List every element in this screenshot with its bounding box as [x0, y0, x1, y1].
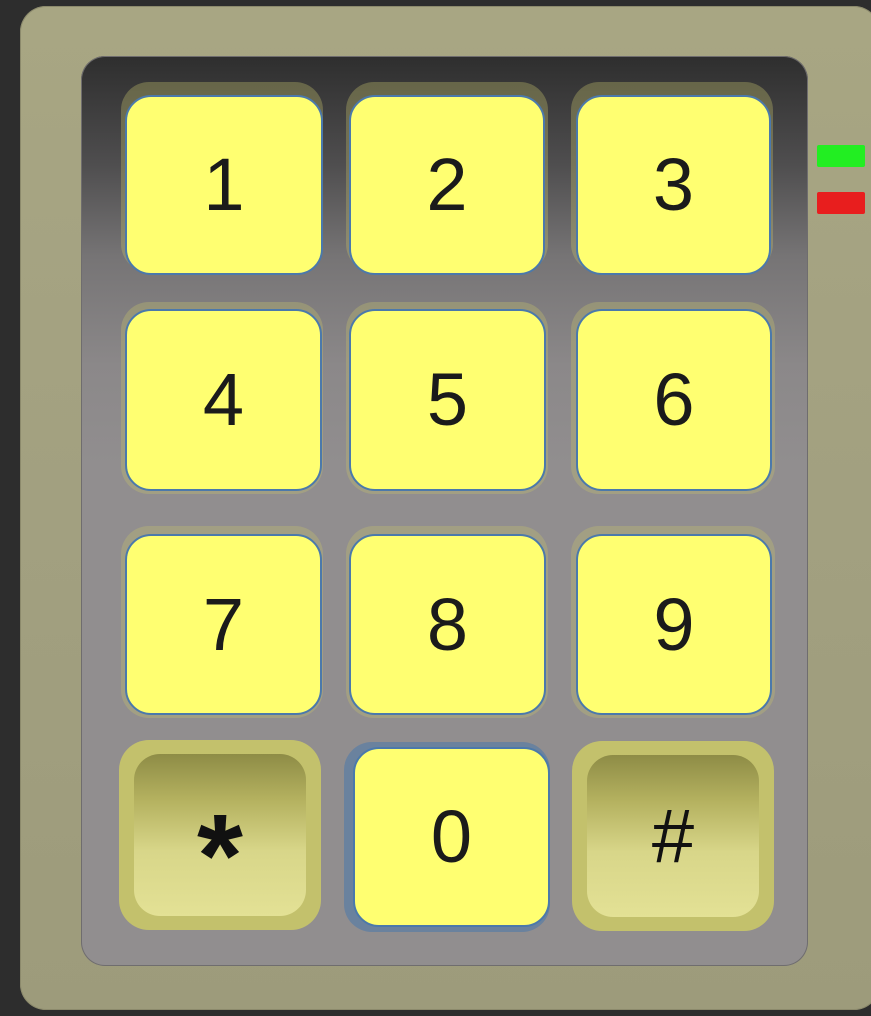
key-7-label: 7	[202, 582, 245, 666]
key-2-button[interactable]: 2	[349, 95, 545, 275]
key-8-button[interactable]: 8	[349, 534, 546, 715]
key-1-button[interactable]: 1	[125, 95, 323, 275]
key-1-label: 1	[203, 143, 245, 226]
star-button[interactable]: *	[119, 740, 321, 930]
key-3-button[interactable]: 3	[576, 95, 771, 275]
key-4-label: 4	[202, 358, 245, 441]
key-9-label: 9	[653, 582, 695, 666]
key-9-button[interactable]: 9	[576, 534, 772, 715]
hash-button-face: #	[587, 755, 759, 917]
star-button-face: *	[134, 754, 306, 916]
key-3-label: 3	[652, 143, 695, 226]
key-6-label: 6	[653, 358, 695, 441]
key-5-label: 5	[426, 358, 469, 441]
key-8-label: 8	[426, 582, 469, 666]
key-4-button[interactable]: 4	[125, 309, 322, 491]
key-7-button[interactable]: 7	[125, 534, 322, 715]
hash-label: #	[651, 794, 695, 879]
star-label: *	[197, 790, 243, 922]
key-2-label: 2	[426, 143, 468, 226]
led-green-icon	[817, 145, 865, 167]
hash-button[interactable]: #	[572, 741, 774, 931]
key-0-label: 0	[430, 795, 473, 878]
key-6-button[interactable]: 6	[576, 309, 772, 491]
led-red-icon	[817, 192, 865, 214]
key-5-button[interactable]: 5	[349, 309, 546, 491]
key-0-button[interactable]: 0	[353, 747, 550, 927]
